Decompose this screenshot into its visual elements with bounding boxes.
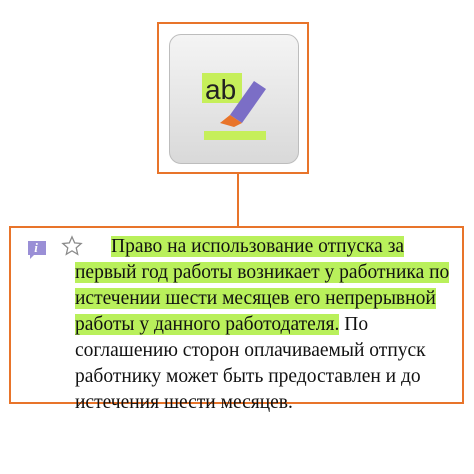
quote-text: Право на использование отпуска за первый… (75, 234, 459, 416)
connector-line (237, 174, 239, 226)
highlighter-icon-tile[interactable]: ab (169, 34, 299, 164)
highlighter-icon-frame: ab (157, 22, 309, 174)
info-icon[interactable]: i (25, 238, 49, 262)
highlighted-text: Право на использование отпуска за первый… (75, 236, 450, 335)
svg-text:i: i (34, 240, 38, 255)
highlighter-icon: ab (202, 73, 266, 140)
quote-card: i Право на использование отпуска за перв… (9, 226, 464, 413)
underline-bar (204, 131, 266, 140)
icon-glyph-text: ab (205, 74, 236, 105)
